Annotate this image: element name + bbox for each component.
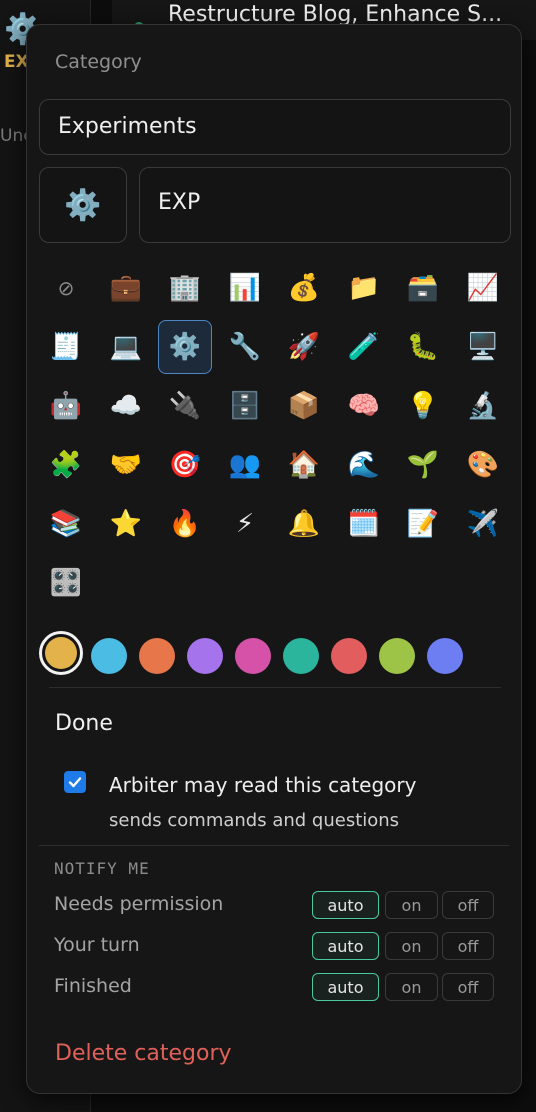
briefcase-icon[interactable]: 💼 (99, 261, 153, 315)
house-icon[interactable]: 🏠 (277, 438, 331, 492)
notify-row: Your turn auto on off (54, 932, 494, 962)
airplane-icon[interactable]: ✈️ (456, 497, 510, 551)
wrench-icon[interactable]: 🔧 (218, 320, 272, 374)
category-name-value: Experiments (58, 114, 197, 139)
notify-option-on[interactable]: on (385, 891, 438, 919)
control-knobs-icon[interactable]: 🎛️ (39, 556, 93, 610)
color-swatch[interactable] (187, 638, 223, 674)
bell-icon[interactable]: 🔔 (277, 497, 331, 551)
bug-icon[interactable]: 🐛 (396, 320, 450, 374)
microscope-icon[interactable]: 🔬 (456, 379, 510, 433)
wave-icon[interactable]: 🌊 (337, 438, 391, 492)
preview-gear-icon: ⚙️ (64, 187, 102, 223)
arbiter-checkbox[interactable] (64, 771, 86, 793)
star-icon[interactable]: ⭐ (99, 497, 153, 551)
people-icon[interactable]: 👥 (218, 438, 272, 492)
seedling-icon[interactable]: 🌱 (396, 438, 450, 492)
memo-icon[interactable]: 📝 (396, 497, 450, 551)
color-picker (37, 629, 507, 679)
money-bag-icon[interactable]: 💰 (277, 261, 331, 315)
color-swatch[interactable] (331, 638, 367, 674)
card-file-box-icon[interactable]: 🗃️ (396, 261, 450, 315)
test-tube-icon[interactable]: 🧪 (337, 320, 391, 374)
receipt-icon[interactable]: 🧾 (39, 320, 93, 374)
office-building-icon[interactable]: 🏢 (158, 261, 212, 315)
notify-option-auto[interactable]: auto (312, 932, 379, 960)
brain-icon[interactable]: 🧠 (337, 379, 391, 433)
color-swatch[interactable] (283, 638, 319, 674)
color-swatch[interactable] (235, 638, 271, 674)
target-icon[interactable]: 🎯 (158, 438, 212, 492)
trend-up-icon[interactable]: 📈 (456, 261, 510, 315)
color-swatch[interactable] (379, 638, 415, 674)
notify-label: Needs permission (54, 893, 224, 915)
notify-label: Your turn (54, 934, 140, 956)
notify-label: Finished (54, 975, 132, 997)
notify-row: Finished auto on off (54, 973, 494, 1003)
divider (49, 687, 501, 688)
icon-preview-button[interactable]: ⚙️ (39, 167, 127, 243)
notify-heading: NOTIFY ME (54, 859, 150, 878)
handshake-icon[interactable]: 🤝 (99, 438, 153, 492)
rocket-icon[interactable]: 🚀 (277, 320, 331, 374)
notify-option-off[interactable]: off (442, 891, 494, 919)
laptop-icon[interactable]: 💻 (99, 320, 153, 374)
notify-option-auto[interactable]: auto (312, 973, 379, 1001)
notify-option-off[interactable]: off (442, 973, 494, 1001)
lightning-icon[interactable]: ⚡ (218, 497, 272, 551)
notify-option-off[interactable]: off (442, 932, 494, 960)
category-editor-popover: Category Experiments ⚙️ EXP ⊘ 💼 🏢 📊 💰 📁 🗃️ 📈 🧾 💻 ⚙… (26, 24, 522, 1094)
checkmark-icon (68, 777, 82, 788)
puzzle-icon[interactable]: 🧩 (39, 438, 93, 492)
desktop-computer-icon[interactable]: 🖥️ (456, 320, 510, 374)
books-icon[interactable]: 📚 (39, 497, 93, 551)
color-swatch[interactable] (39, 631, 83, 675)
no-icon[interactable]: ⊘ (39, 261, 93, 315)
category-abbreviation-input[interactable]: EXP (139, 167, 511, 243)
calendar-icon[interactable]: 🗓️ (337, 497, 391, 551)
cloud-icon[interactable]: ☁️ (99, 379, 153, 433)
notify-option-on[interactable]: on (385, 973, 438, 1001)
light-bulb-icon[interactable]: 💡 (396, 379, 450, 433)
folder-icon[interactable]: 📁 (337, 261, 391, 315)
category-abbreviation-value: EXP (158, 190, 201, 215)
divider (39, 845, 509, 846)
notify-option-auto[interactable]: auto (312, 891, 379, 919)
bar-chart-icon[interactable]: 📊 (218, 261, 272, 315)
arbiter-label: Arbiter may read this category (109, 773, 417, 797)
color-swatch[interactable] (427, 638, 463, 674)
gear-icon[interactable]: ⚙️ (158, 320, 212, 374)
package-icon[interactable]: 📦 (277, 379, 331, 433)
palette-icon[interactable]: 🎨 (456, 438, 510, 492)
arbiter-sublabel: sends commands and questions (109, 810, 400, 831)
color-swatch[interactable] (91, 638, 127, 674)
category-heading: Category (55, 51, 142, 73)
done-button[interactable]: Done (55, 711, 113, 736)
plug-icon[interactable]: 🔌 (158, 379, 212, 433)
robot-icon[interactable]: 🤖 (39, 379, 93, 433)
file-cabinet-icon[interactable]: 🗄️ (218, 379, 272, 433)
notify-row: Needs permission auto on off (54, 891, 494, 921)
color-swatch[interactable] (139, 638, 175, 674)
delete-category-button[interactable]: Delete category (55, 1041, 232, 1066)
fire-icon[interactable]: 🔥 (158, 497, 212, 551)
category-name-input[interactable]: Experiments (39, 99, 511, 155)
notify-option-on[interactable]: on (385, 932, 438, 960)
